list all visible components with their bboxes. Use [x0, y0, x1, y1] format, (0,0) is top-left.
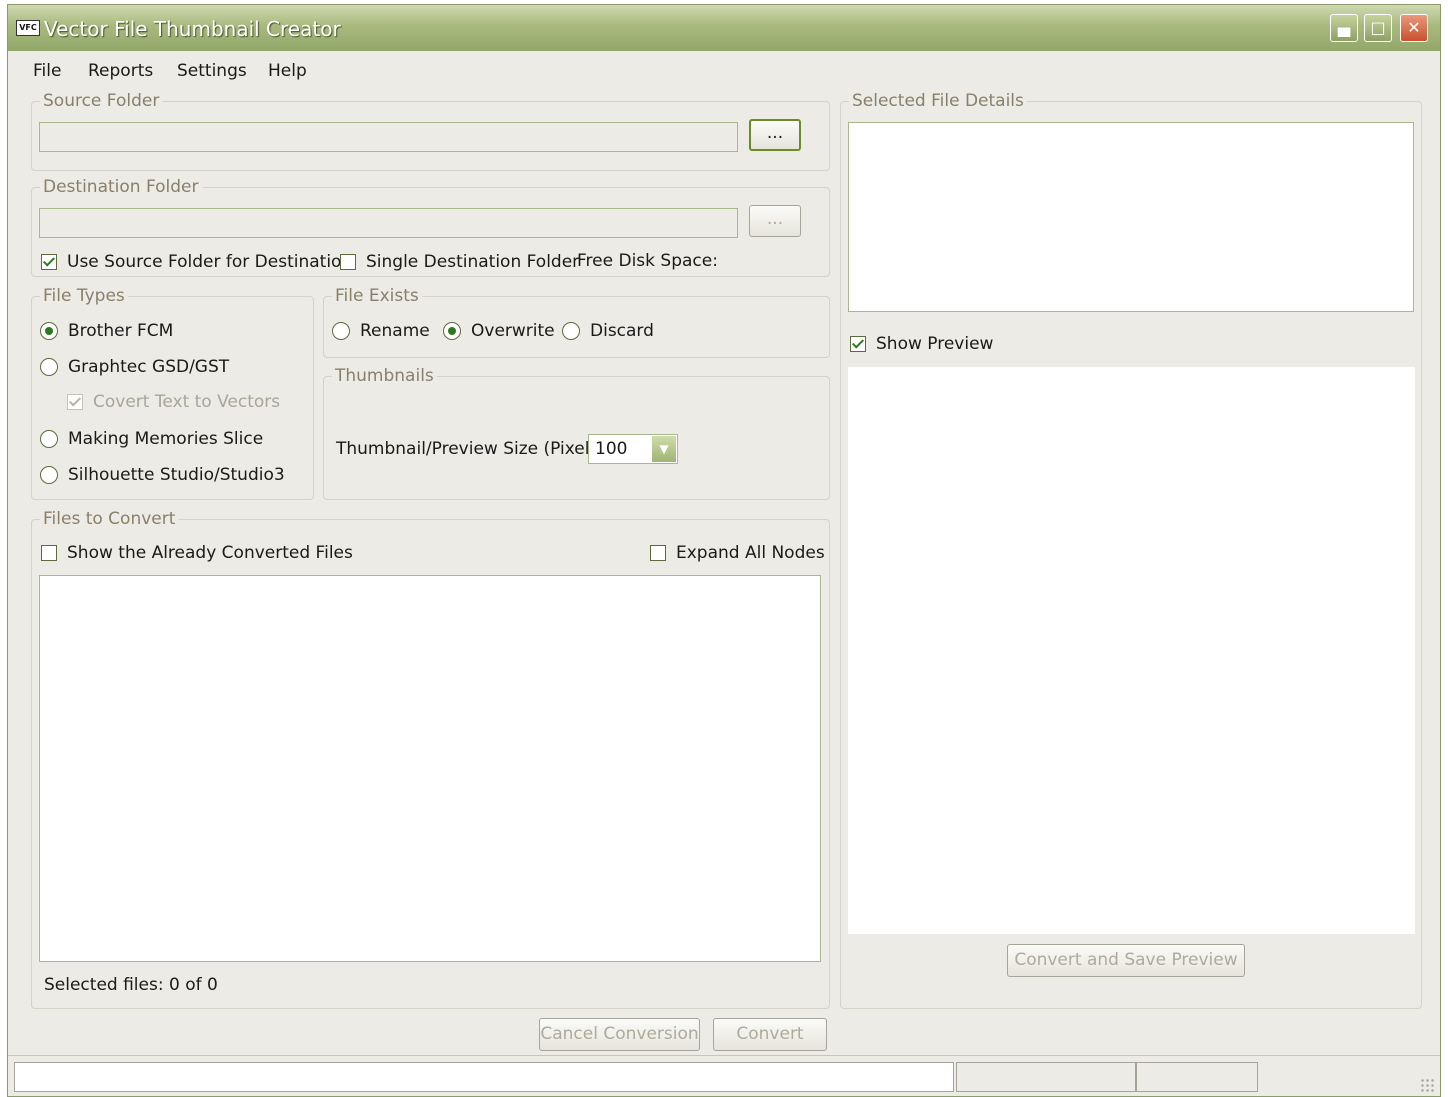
- main-window: VFC Vector File Thumbnail Creator ▄ □ ✕ …: [7, 4, 1441, 1097]
- maximize-icon: □: [1370, 18, 1386, 37]
- show-preview-check-box[interactable]: [850, 336, 866, 352]
- thumbnail-size-value: 100: [595, 439, 628, 459]
- source-folder-legend: Source Folder: [43, 91, 160, 111]
- status-panel-2: [956, 1062, 1136, 1092]
- convert-save-preview-button[interactable]: Convert and Save Preview: [1007, 944, 1245, 977]
- thumbnail-size-label: Thumbnail/Preview Size (Pixels): [336, 439, 605, 459]
- radio-discard-circle[interactable]: [562, 322, 580, 340]
- destination-browse-button[interactable]: ...: [749, 205, 801, 237]
- selected-files-count: Selected files: 0 of 0: [44, 975, 218, 995]
- source-browse-button[interactable]: ...: [749, 119, 801, 151]
- source-folder-input[interactable]: [39, 122, 738, 152]
- minimize-icon: ▄: [1337, 18, 1351, 37]
- convert-text-check-box[interactable]: [67, 394, 83, 410]
- thumbnail-size-select[interactable]: 100 ▼: [588, 434, 678, 464]
- expand-nodes-checkbox[interactable]: Expand All Nodes: [650, 543, 825, 563]
- files-to-convert-legend: Files to Convert: [43, 509, 176, 529]
- radio-rename[interactable]: Rename: [332, 321, 430, 341]
- radio-discard-label: Discard: [590, 321, 654, 341]
- radio-rename-circle[interactable]: [332, 322, 350, 340]
- file-types-legend: File Types: [43, 286, 125, 306]
- status-progress-panel: [14, 1062, 954, 1092]
- radio-silhouette-circle[interactable]: [40, 466, 58, 484]
- expand-nodes-check-box[interactable]: [650, 545, 666, 561]
- menu-file-label: File: [33, 61, 62, 81]
- selected-file-details-legend: Selected File Details: [852, 91, 1024, 111]
- radio-discard[interactable]: Discard: [562, 321, 654, 341]
- thumbnails-legend: Thumbnails: [335, 366, 434, 386]
- show-preview-label: Show Preview: [876, 334, 994, 354]
- show-converted-check-box[interactable]: [41, 545, 57, 561]
- use-source-checkbox[interactable]: Use Source Folder for Destination: [41, 252, 352, 272]
- preview-area: [848, 367, 1415, 934]
- status-panel-3: [1136, 1062, 1258, 1092]
- destination-folder-legend: Destination Folder: [43, 177, 199, 197]
- menu-reports-label: Reports: [88, 61, 154, 81]
- show-preview-checkbox[interactable]: Show Preview: [850, 334, 993, 354]
- radio-making-memories-label: Making Memories Slice: [68, 429, 264, 449]
- title-bar[interactable]: VFC Vector File Thumbnail Creator ▄ □ ✕: [8, 5, 1440, 51]
- radio-brother-fcm-circle[interactable]: [40, 322, 58, 340]
- radio-overwrite[interactable]: Overwrite: [443, 321, 555, 341]
- radio-brother-fcm[interactable]: Brother FCM: [40, 321, 173, 341]
- single-destination-label: Single Destination Folder: [366, 252, 580, 272]
- radio-making-memories[interactable]: Making Memories Slice: [40, 429, 263, 449]
- radio-graphtec-label: Graphtec GSD/GST: [68, 357, 230, 377]
- close-icon: ✕: [1407, 18, 1421, 37]
- window-title: Vector File Thumbnail Creator: [44, 17, 341, 41]
- convert-text-label: Covert Text to Vectors: [93, 392, 281, 412]
- radio-overwrite-circle[interactable]: [443, 322, 461, 340]
- show-converted-checkbox[interactable]: Show the Already Converted Files: [41, 543, 353, 563]
- file-exists-legend: File Exists: [335, 286, 419, 306]
- single-destination-check-box[interactable]: [340, 254, 356, 270]
- convert-text-checkbox[interactable]: Covert Text to Vectors: [67, 392, 280, 412]
- menu-settings-label: Settings: [177, 61, 247, 81]
- convert-button[interactable]: Convert: [713, 1018, 827, 1051]
- cancel-conversion-button[interactable]: Cancel Conversion: [539, 1018, 700, 1051]
- use-source-label: Use Source Folder for Destination: [67, 252, 353, 272]
- menu-settings[interactable]: Settings: [177, 61, 247, 81]
- menu-help[interactable]: Help: [268, 61, 307, 81]
- menu-reports[interactable]: Reports: [88, 61, 153, 81]
- minimize-button[interactable]: ▄: [1330, 14, 1358, 42]
- radio-rename-label: Rename: [360, 321, 430, 341]
- resize-grip-icon[interactable]: [1420, 1078, 1434, 1092]
- radio-graphtec[interactable]: Graphtec GSD/GST: [40, 357, 229, 377]
- files-tree-view[interactable]: [39, 575, 821, 962]
- radio-silhouette[interactable]: Silhouette Studio/Studio3: [40, 465, 285, 485]
- chevron-down-icon[interactable]: ▼: [652, 436, 676, 462]
- app-icon: VFC: [16, 20, 40, 36]
- menu-help-label: Help: [268, 61, 307, 81]
- single-destination-checkbox[interactable]: Single Destination Folder: [340, 252, 579, 272]
- maximize-button[interactable]: □: [1364, 14, 1392, 42]
- close-button[interactable]: ✕: [1400, 14, 1428, 42]
- thumbnails-group: Thumbnails: [323, 366, 830, 500]
- free-disk-space-label: Free Disk Space:: [577, 251, 718, 271]
- use-source-check-box[interactable]: [41, 254, 57, 270]
- status-bar: [8, 1055, 1440, 1096]
- radio-silhouette-label: Silhouette Studio/Studio3: [68, 465, 285, 485]
- destination-folder-input[interactable]: [39, 208, 738, 238]
- menu-file[interactable]: File: [33, 61, 61, 81]
- file-details-box: [848, 122, 1414, 312]
- radio-brother-fcm-label: Brother FCM: [68, 321, 174, 341]
- radio-graphtec-circle[interactable]: [40, 358, 58, 376]
- expand-nodes-label: Expand All Nodes: [676, 543, 825, 563]
- radio-overwrite-label: Overwrite: [471, 321, 555, 341]
- show-converted-label: Show the Already Converted Files: [67, 543, 353, 563]
- radio-making-memories-circle[interactable]: [40, 430, 58, 448]
- menu-bar: File Reports Settings Help: [8, 51, 1440, 87]
